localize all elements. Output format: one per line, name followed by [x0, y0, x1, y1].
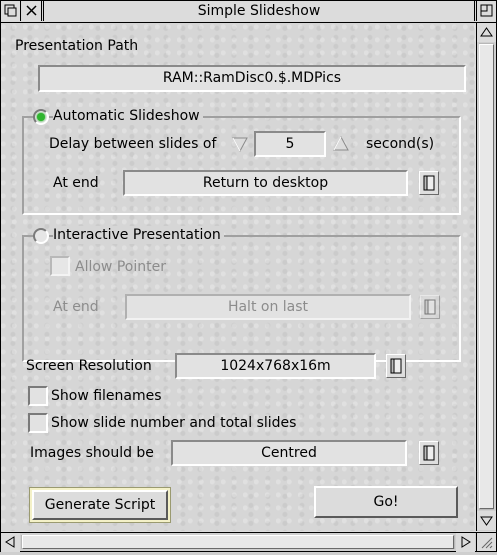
increment-arrow-icon[interactable]: [332, 135, 350, 153]
presentation-path-field[interactable]: RAM::RamDisc0.$.MDPics: [38, 65, 466, 92]
automatic-slideshow-radio[interactable]: [33, 109, 49, 125]
auto-at-end-field: Return to desktop: [123, 170, 408, 196]
interactive-at-end-menu-icon[interactable]: [420, 295, 440, 319]
screen-resolution-field: 1024x768x16m: [175, 353, 376, 379]
scroll-right-icon[interactable]: [456, 533, 475, 552]
scroll-left-icon[interactable]: [1, 533, 20, 552]
window-content: Presentation Path RAM::RamDisc0.$.MDPics…: [1, 23, 475, 531]
allow-pointer-checkbox[interactable]: [50, 256, 70, 276]
horizontal-scrollbar[interactable]: [1, 532, 476, 552]
show-filenames-label: Show filenames: [51, 388, 162, 404]
horizontal-scroll-thumb[interactable]: [22, 535, 454, 549]
images-should-be-field: Centred: [171, 440, 407, 466]
go-button[interactable]: Go!: [314, 486, 458, 518]
vertical-scroll-well[interactable]: [479, 43, 494, 510]
window: Simple Slideshow Presentation Path RAM::…: [0, 0, 497, 552]
vertical-scroll-thumb[interactable]: [479, 44, 494, 509]
scroll-down-icon[interactable]: [477, 511, 496, 530]
images-should-be-label: Images should be: [30, 445, 154, 461]
interactive-presentation-radio[interactable]: [33, 228, 49, 244]
generate-script-button[interactable]: Generate Script: [32, 490, 168, 520]
decrement-arrow-icon[interactable]: [231, 135, 249, 153]
window-title[interactable]: Simple Slideshow: [43, 1, 475, 21]
screen-resolution-label: Screen Resolution: [26, 358, 152, 374]
automatic-slideshow-label[interactable]: Automatic Slideshow: [53, 107, 203, 125]
interactive-at-end-label: At end: [53, 299, 99, 315]
toggle-size-icon[interactable]: [476, 1, 496, 21]
auto-at-end-label: At end: [53, 175, 99, 191]
delay-unit-label: second(s): [366, 136, 435, 152]
title-bar[interactable]: Simple Slideshow: [1, 1, 496, 23]
resize-grip-icon[interactable]: [476, 532, 496, 551]
close-icon[interactable]: [22, 1, 42, 21]
delay-label: Delay between slides of: [49, 136, 217, 152]
screen-resolution-menu-icon[interactable]: [386, 354, 406, 378]
show-filenames-checkbox[interactable]: [28, 386, 48, 406]
scroll-up-icon[interactable]: [477, 23, 496, 42]
interactive-at-end-field: Halt on last: [125, 294, 411, 320]
automatic-slideshow-group: [22, 116, 461, 215]
vertical-scrollbar[interactable]: [476, 23, 496, 531]
allow-pointer-label: Allow Pointer: [75, 259, 166, 275]
auto-at-end-menu-icon[interactable]: [419, 171, 439, 195]
show-slide-number-checkbox[interactable]: [28, 413, 48, 433]
back-icon[interactable]: [1, 1, 21, 21]
show-slide-number-label: Show slide number and total slides: [51, 415, 297, 431]
images-should-be-menu-icon[interactable]: [419, 441, 439, 465]
delay-field[interactable]: 5: [254, 131, 326, 157]
presentation-path-label: Presentation Path: [15, 38, 139, 54]
horizontal-scroll-well[interactable]: [21, 535, 455, 549]
interactive-presentation-label[interactable]: Interactive Presentation: [53, 226, 224, 244]
